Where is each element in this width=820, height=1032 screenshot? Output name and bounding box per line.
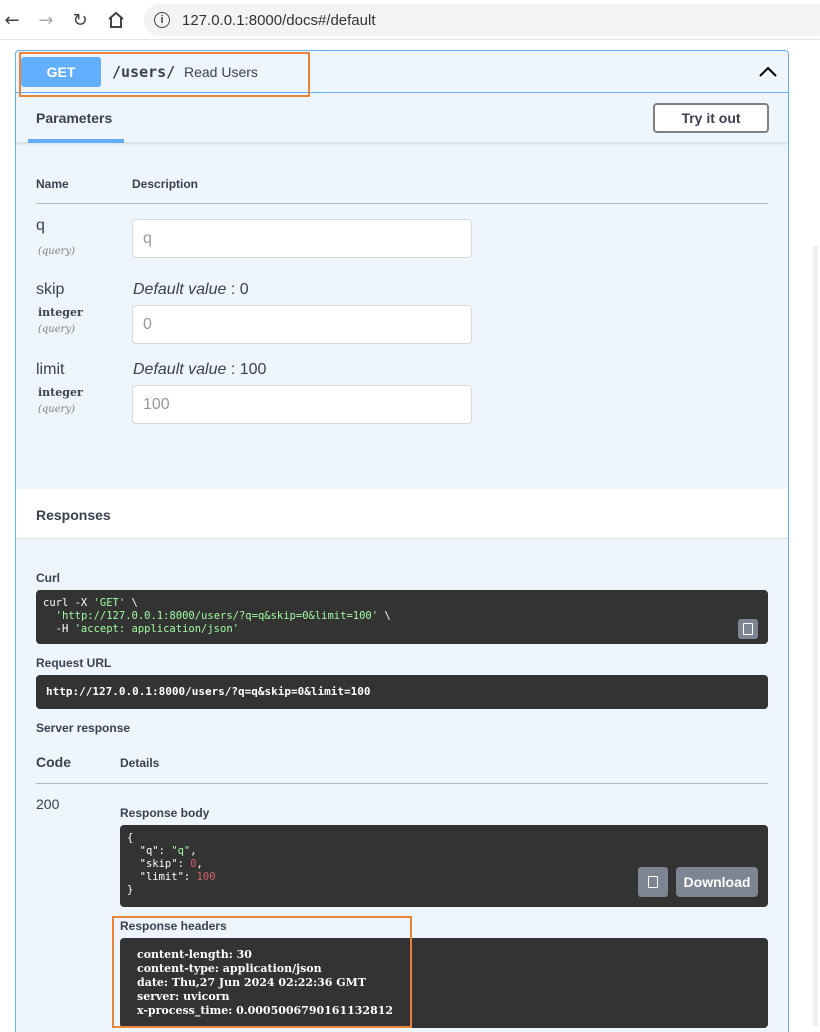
forward-arrow-icon[interactable]: → <box>34 8 58 32</box>
browser-toolbar: ← → ↻ i 127.0.0.1:8000/docs#/default <box>0 0 820 40</box>
default-value-skip: Default value : 0 <box>133 281 249 299</box>
url-text[interactable]: 127.0.0.1:8000/docs#/default <box>182 12 376 29</box>
request-url-block: http://127.0.0.1:8000/users/?q=q&skip=0&… <box>36 675 768 709</box>
responses-header: Responses <box>16 489 788 539</box>
param-in-limit: (query) <box>38 404 75 415</box>
page-scrollbar[interactable] <box>813 246 818 1026</box>
column-header-name: Name <box>36 177 69 191</box>
param-name-limit: limit <box>36 361 65 378</box>
param-type-skip: integer <box>38 306 83 319</box>
copy-curl-icon[interactable] <box>738 619 758 639</box>
reload-icon[interactable]: ↻ <box>68 8 92 32</box>
server-response-label: Server response <box>36 721 131 735</box>
copy-body-icon[interactable] <box>638 867 668 897</box>
divider <box>36 783 768 784</box>
param-name-skip: skip <box>36 281 65 298</box>
q-input[interactable]: q <box>132 219 472 258</box>
code-column-header: Code <box>36 754 71 770</box>
default-label: Default value <box>133 361 227 378</box>
home-icon[interactable] <box>104 8 128 32</box>
divider <box>36 203 768 204</box>
param-type-limit: integer <box>38 386 83 399</box>
address-bar[interactable]: i 127.0.0.1:8000/docs#/default <box>144 4 820 36</box>
try-it-out-button[interactable]: Try it out <box>653 103 769 133</box>
skip-input[interactable]: 0 <box>132 305 472 344</box>
param-name-q: q <box>36 217 45 234</box>
chevron-up-icon[interactable] <box>756 61 780 83</box>
site-info-icon[interactable]: i <box>154 12 170 28</box>
highlight-summary-box <box>19 52 310 97</box>
default-label: Default value <box>133 281 227 298</box>
operation-block: GET /users/ Read Users Parameters Try it… <box>15 50 789 1032</box>
default-value-limit: Default value : 100 <box>133 361 266 379</box>
download-button[interactable]: Download <box>676 867 758 897</box>
tab-parameters[interactable]: Parameters <box>36 110 112 126</box>
responses-title: Responses <box>36 507 111 523</box>
highlight-headers-box <box>112 916 412 1028</box>
param-in-q: (query) <box>38 246 75 257</box>
parameters-header: Parameters Try it out <box>16 93 788 143</box>
column-header-description: Description <box>132 177 199 191</box>
param-in-skip: (query) <box>38 324 75 335</box>
request-url-label: Request URL <box>36 656 112 670</box>
tab-underline <box>28 139 124 143</box>
response-body-block: { "q": "q", "skip": 0, "limit": 100 } <box>120 825 768 907</box>
curl-label: Curl <box>36 571 60 585</box>
default-value: : 100 <box>226 361 267 378</box>
response-body-label: Response body <box>120 806 210 820</box>
default-value: : 0 <box>226 281 249 298</box>
details-column-header: Details <box>120 756 160 770</box>
curl-code-block: curl -X 'GET' \ 'http://127.0.0.1:8000/u… <box>36 590 768 644</box>
back-arrow-icon[interactable]: ← <box>0 8 24 32</box>
limit-input[interactable]: 100 <box>132 385 472 424</box>
response-code: 200 <box>36 796 60 812</box>
